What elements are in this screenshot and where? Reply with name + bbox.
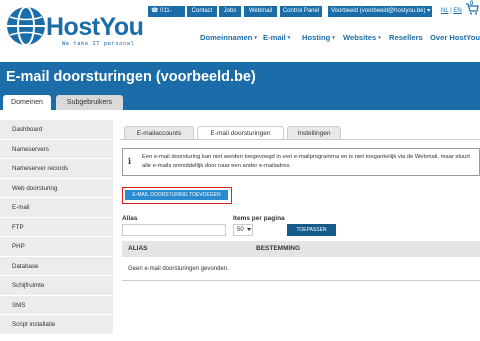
contact-link[interactable]: Contact [187,6,217,17]
info-icon: i [128,156,132,166]
info-text: Een e-mail doorsturing kan niet worden t… [142,154,470,169]
sidebar-item-php[interactable]: PHP [0,237,113,257]
sidebar-item-ftp[interactable]: FTP [0,217,113,237]
sidebar-item-nameserver-records[interactable]: Nameserver records [0,159,113,179]
add-forwarding-button[interactable]: E-MAIL DOORSTURING TOEVOEGEN [125,190,228,200]
info-box: i Een e-mail doorsturing kan niet worden… [122,148,480,176]
logo-name[interactable]: HostYou [46,13,144,42]
sidebar-item-sms[interactable]: SMS [0,295,113,315]
nav-over-hostyou[interactable]: Over HostYou [430,33,480,42]
nav-label: Domeinnamen [200,33,253,42]
sidebar-item-dashboard[interactable]: Dashboard [0,120,113,140]
tab-subgebruikers[interactable]: Subgebruikers [56,95,123,110]
phone-icon: ☎ [151,8,159,14]
nav-domeinnamen[interactable]: Domeinnamen ▾ [200,33,257,42]
phone-number: ☎ 011-140140 [148,6,185,25]
sidebar-item-nameservers[interactable]: Nameservers [0,139,113,159]
apply-button[interactable]: TOEPASSEN [287,224,336,236]
language-switch: NL | EN [441,6,467,17]
logo-tagline: We take IT personal [62,41,135,47]
nav-hosting[interactable]: Hosting ▾ [302,33,335,42]
chevron-down-icon: ▾ [287,35,291,41]
table-header: ALIAS BESTEMMING [122,241,480,257]
nav-label: Websites [343,33,377,42]
webmail-link[interactable]: Webmail [244,6,277,17]
nav-websites[interactable]: Websites ▾ [343,33,381,42]
chevron-down-icon: ▾ [427,8,431,14]
items-per-page-label: Items per pagina [233,215,285,222]
column-alias[interactable]: ALIAS [128,241,148,257]
add-button-highlight: E-MAIL DOORSTURING TOEVOEGEN [122,187,232,204]
sidebar-item-database[interactable]: Database [0,256,113,276]
chevron-down-icon: ▾ [378,35,381,41]
column-bestemming[interactable]: BESTEMMING [256,241,300,257]
tab-domeinen[interactable]: Domeinen [3,95,51,110]
tab-divider [120,139,480,140]
control-panel-link[interactable]: Control Panel [280,6,322,17]
chevron-down-icon [247,228,251,231]
sidebar: Dashboard Nameservers Nameserver records… [0,120,113,335]
nav-label: Hosting [302,33,331,42]
lang-nl[interactable]: NL [441,8,448,14]
page-title: E-mail doorsturingen (voorbeeld.be) [6,69,256,85]
site-header: HostYou We take IT personal ☎ 011-140140… [0,0,480,62]
sidebar-item-web-doorsturing[interactable]: Web doorsturing [0,178,113,198]
page-banner: E-mail doorsturingen (voorbeeld.be) Dome… [0,62,480,110]
chevron-down-icon: ▾ [332,35,335,41]
tab-email-doorsturingen[interactable]: E-mail doorsturingen [197,126,284,140]
user-menu-label: Voorbeeld (voorbeeld@hostyou.be) [331,8,426,14]
lang-separator: | [450,8,452,14]
sidebar-item-script-installatie[interactable]: Script installatie [0,315,113,335]
empty-table-message: Geen e-mail doorsturingen gevonden. [122,257,480,281]
lang-en[interactable]: EN [453,8,461,14]
sidebar-item-schijfruimte[interactable]: Schijfruimte [0,276,113,296]
nav-email[interactable]: E-mail ▾ [263,33,290,42]
jobs-link[interactable]: Jobs [219,6,241,17]
alias-input[interactable] [122,224,226,236]
alias-label: Alias [122,215,138,222]
sidebar-item-email[interactable]: E-mail [0,198,113,218]
chevron-down-icon: ▾ [254,35,257,41]
tab-emailaccounts[interactable]: E-mailaccounts [124,126,194,139]
tab-instellingen[interactable]: Instellingen [287,126,341,139]
cart-count: 0 [470,1,474,7]
nav-label: E-mail [263,33,286,42]
user-menu[interactable]: Voorbeeld (voorbeeld@hostyou.be) ▾ [328,6,432,17]
nav-resellers[interactable]: Resellers [389,33,423,42]
globe-logo-icon[interactable] [6,6,46,46]
